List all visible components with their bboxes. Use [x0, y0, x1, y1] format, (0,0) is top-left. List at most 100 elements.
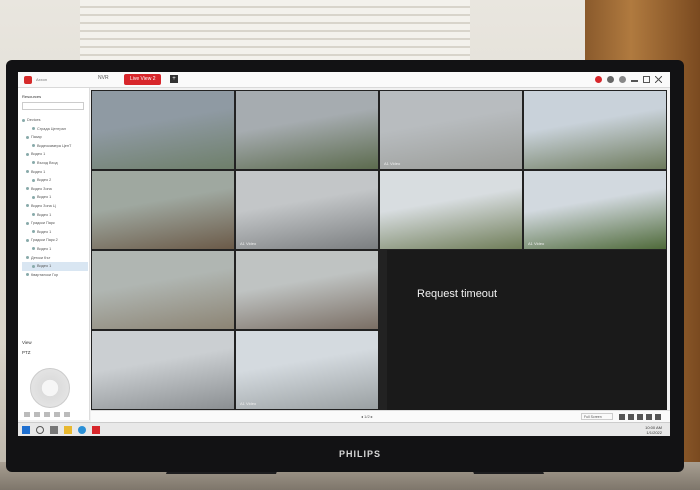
zoom-out-icon[interactable]	[34, 412, 40, 417]
camera-tile[interactable]	[380, 171, 522, 249]
camera-tile[interactable]	[92, 331, 234, 409]
tree-item-label: Видеокамера ЦенТ	[37, 143, 72, 148]
app-logo-icon	[24, 76, 32, 84]
grid-4x4-icon[interactable]	[637, 414, 643, 420]
tree-item-label: Видео 1	[31, 169, 46, 174]
file-explorer-icon[interactable]	[64, 426, 72, 434]
tree-item[interactable]: Видео 1	[22, 150, 88, 159]
tree-item[interactable]: Видео Зона Ц	[22, 202, 88, 211]
search-icon[interactable]	[36, 426, 44, 434]
os-taskbar: 10:00 AM 1/1/2022	[18, 422, 670, 436]
grid-3x3-icon[interactable]	[628, 414, 634, 420]
clock-date: 1/1/2022	[646, 430, 662, 435]
tree-item[interactable]: Видео Зона	[22, 185, 88, 194]
focus-icon[interactable]	[44, 412, 50, 417]
camera-icon	[26, 204, 29, 208]
camera-tile[interactable]	[524, 91, 666, 169]
tree-item-label: Градски Парк 2	[31, 238, 58, 243]
ptz-joystick[interactable]	[30, 368, 70, 408]
camera-tile[interactable]: A1 Video	[236, 331, 378, 409]
camera-icon	[26, 170, 29, 174]
edge-browser-icon[interactable]	[78, 426, 86, 434]
iris-icon[interactable]	[54, 412, 60, 417]
tree-item[interactable]: Пазар	[22, 133, 88, 142]
record-icon[interactable]	[595, 76, 602, 83]
monitor-brand-logo: PHILIPS	[338, 449, 381, 459]
tree-item-label: Видео 1	[37, 229, 52, 234]
camera-tile[interactable]	[236, 251, 378, 329]
grid-2x2-icon[interactable]	[619, 414, 625, 420]
tree-item[interactable]: Детски Кът	[22, 254, 88, 263]
tree-item[interactable]: Devices	[22, 116, 88, 125]
tree-item[interactable]: Кварталски Гор	[22, 271, 88, 280]
tree-item[interactable]: Сграда Централ	[22, 125, 88, 134]
camera-tile[interactable]	[92, 251, 234, 329]
layout-icons	[619, 414, 661, 420]
maximize-icon[interactable]	[643, 76, 650, 83]
grid-custom-icon[interactable]	[646, 414, 652, 420]
preset-icon[interactable]	[64, 412, 70, 417]
ptz-section-label[interactable]: PTZ	[22, 350, 31, 355]
camera-icon	[26, 187, 29, 191]
camera-tile[interactable]: A1 Video	[236, 171, 378, 249]
app-header: Axxon NVR Live View 2 +	[18, 72, 670, 88]
tree-item[interactable]: Видеокамера ЦенТ	[22, 142, 88, 151]
view-section-label[interactable]: View	[22, 340, 32, 345]
camera-icon	[22, 118, 25, 122]
tree-item[interactable]: Градски Парк	[22, 219, 88, 228]
camera-icon	[32, 247, 35, 251]
camera-icon	[32, 127, 35, 131]
tree-item-label: Видео 1	[37, 212, 52, 217]
tree-item[interactable]: Видео 1	[22, 262, 88, 271]
sidebar-search-input[interactable]	[22, 102, 84, 110]
app-title: Axxon	[36, 77, 48, 82]
windows-start-icon[interactable]	[22, 426, 30, 434]
tree-item[interactable]: Градски Парк 2	[22, 236, 88, 245]
tree-item-label: Видео 1	[31, 152, 46, 157]
tree-item-label: Въход Вход	[37, 160, 58, 165]
add-tab-button[interactable]: +	[170, 75, 178, 83]
layout-select[interactable]: Full Screen	[581, 413, 613, 420]
tree-item[interactable]: Видео 1	[22, 193, 88, 202]
camera-tile[interactable]: A1 Video	[524, 171, 666, 249]
tree-item-label: Видео Зона Ц	[31, 203, 56, 208]
axxon-app-icon[interactable]	[92, 426, 100, 434]
task-view-icon[interactable]	[50, 426, 58, 434]
camera-tile-timeout[interactable]: Request timeout	[387, 250, 667, 410]
tree-item-label: Видео Зона	[31, 186, 52, 191]
tree-item-label: Видео 1	[37, 246, 52, 251]
camera-tile[interactable]: A1 Video	[380, 91, 522, 169]
ptz-controls	[24, 412, 70, 417]
camera-icon	[26, 238, 29, 242]
camera-tile-label: A1 Video	[528, 241, 545, 246]
tree-item[interactable]: Видео 1	[22, 245, 88, 254]
camera-icon	[32, 230, 35, 234]
fullscreen-icon[interactable]	[655, 414, 661, 420]
tree-item[interactable]: Въход Вход	[22, 159, 88, 168]
page-navigator[interactable]: ◂ 1/2 ▸	[361, 414, 373, 419]
camera-tile[interactable]	[92, 171, 234, 249]
camera-tile[interactable]	[236, 91, 378, 169]
tree-item[interactable]: Видео 1	[22, 228, 88, 237]
tab-nvr[interactable]: NVR	[98, 75, 109, 81]
request-timeout-message: Request timeout	[417, 288, 498, 300]
zoom-in-icon[interactable]	[24, 412, 30, 417]
camera-icon	[32, 264, 35, 268]
close-icon[interactable]	[655, 76, 662, 83]
tree-item-label: Пазар	[31, 135, 42, 140]
camera-tile[interactable]	[92, 91, 234, 169]
camera-icon	[32, 161, 35, 165]
camera-icon	[26, 273, 29, 277]
tree-item[interactable]: Видео 1	[22, 168, 88, 177]
camera-tile-label: A1 Video	[240, 401, 257, 406]
taskbar-clock: 10:00 AM 1/1/2022	[645, 425, 662, 435]
monitor-screen: Axxon NVR Live View 2 + Resources Device…	[18, 72, 670, 436]
tab-live-view[interactable]: Live View 2	[124, 74, 162, 85]
minimize-icon[interactable]	[631, 80, 638, 82]
device-tree: Devices Сграда Централ Пазар Видеокамера Це…	[22, 116, 88, 279]
tree-item[interactable]: Видео 2	[22, 176, 88, 185]
user-icon[interactable]	[619, 76, 626, 83]
settings-icon[interactable]	[607, 76, 614, 83]
camera-icon	[26, 256, 29, 259]
tree-item[interactable]: Видео 1	[22, 211, 88, 220]
